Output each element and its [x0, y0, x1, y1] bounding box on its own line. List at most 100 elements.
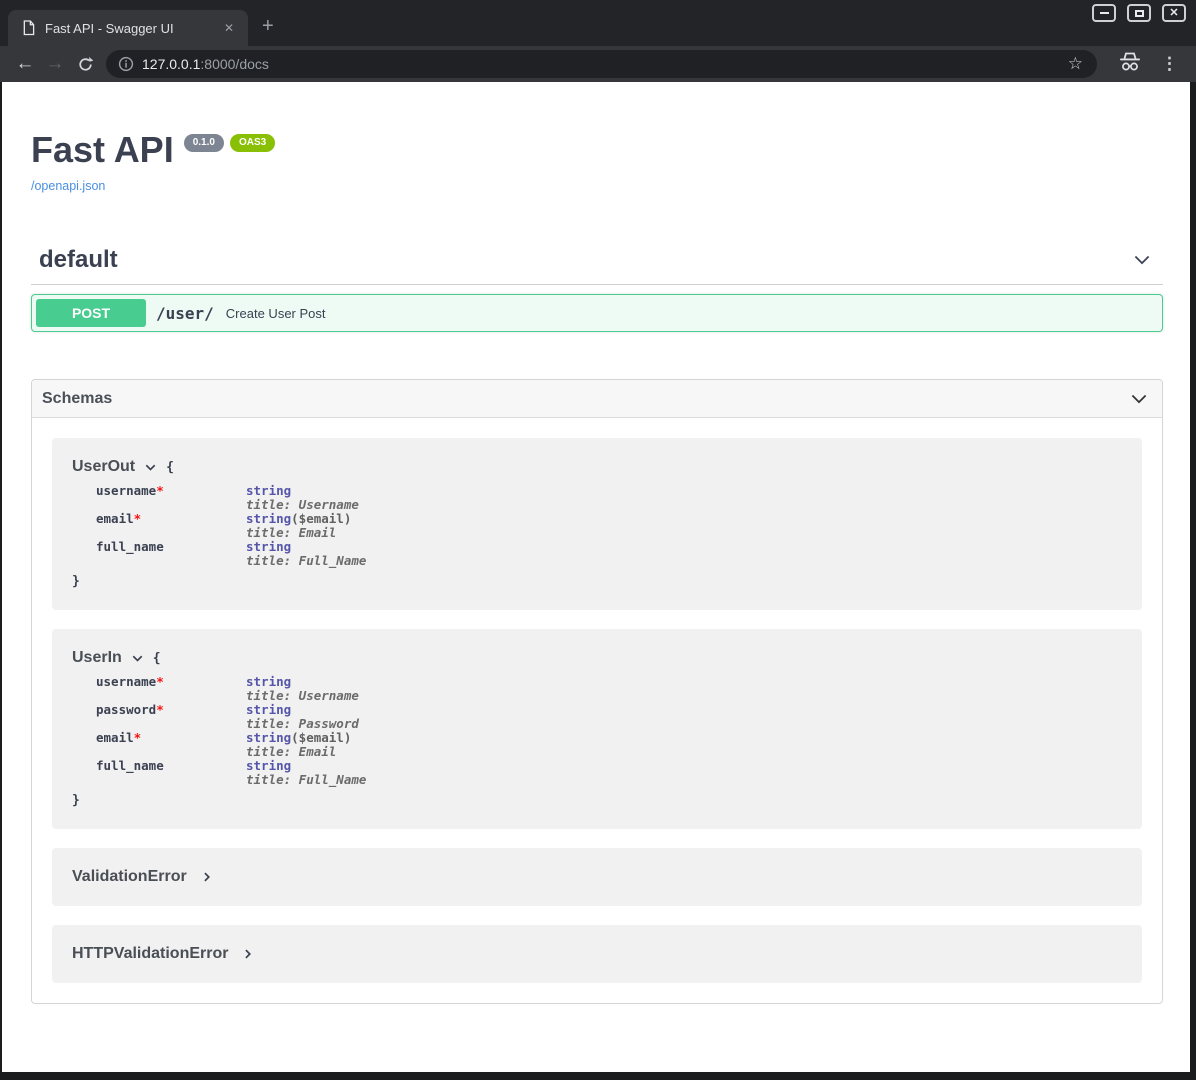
forward-button[interactable]: → [40, 50, 70, 78]
maximize-icon [1135, 10, 1144, 17]
api-title: Fast API [31, 130, 174, 170]
prop-title: title: Email [246, 744, 336, 759]
new-tab-button[interactable]: + [262, 16, 274, 36]
prop-full-name: full_name string title: Full_Name [96, 540, 1122, 568]
site-info-icon[interactable] [118, 56, 134, 72]
back-button[interactable]: ← [10, 50, 40, 78]
chevron-down-icon[interactable] [131, 652, 144, 665]
model-userout: UserOut { username* string title: Userna… [52, 438, 1142, 610]
prop-full-name: full_name string title: Full_Name [96, 759, 1122, 787]
close-brace: } [72, 574, 80, 589]
browser-tab[interactable]: Fast API - Swagger UI ✕ [8, 10, 248, 46]
prop-password: password* string title: Password [96, 703, 1122, 731]
model-title: UserIn [72, 649, 122, 667]
prop-title: title: Full_Name [246, 553, 366, 568]
chevron-down-icon[interactable] [1131, 249, 1153, 271]
close-brace: } [72, 793, 80, 808]
endpoint-summary: Create User Post [226, 306, 326, 321]
required-star: * [134, 511, 142, 526]
required-star: * [134, 730, 142, 745]
oas3-badge: OAS3 [230, 134, 275, 152]
tag-section-header[interactable]: default [31, 246, 1163, 285]
prop-type: string [246, 758, 291, 773]
minimize-icon [1100, 12, 1109, 14]
prop-name: full_name [96, 539, 164, 554]
address-bar[interactable]: 127.0.0.1:8000/docs ☆ [106, 50, 1097, 78]
prop-name: username [96, 674, 156, 689]
model-props: username* string title: Username email* … [96, 484, 1122, 568]
tab-close-icon[interactable]: ✕ [220, 19, 238, 37]
prop-name: email [96, 511, 134, 526]
prop-type: string [246, 483, 291, 498]
prop-email: email* string($email) title: Email [96, 512, 1122, 540]
bookmark-star-icon[interactable]: ☆ [1062, 54, 1089, 74]
endpoint-post-user[interactable]: POST /user/ Create User Post [31, 294, 1163, 332]
prop-email: email* string($email) title: Email [96, 731, 1122, 759]
open-brace: { [166, 460, 174, 475]
chevron-right-icon[interactable] [242, 948, 254, 960]
prop-format: ($email) [291, 730, 351, 745]
chevron-down-icon[interactable] [144, 461, 157, 474]
schemas-body: UserOut { username* string title: Userna… [32, 418, 1162, 1003]
model-validationerror-header[interactable]: ValidationError [72, 868, 1122, 886]
prop-format: ($email) [291, 511, 351, 526]
prop-type: string [246, 674, 291, 689]
model-userout-header[interactable]: UserOut { [72, 458, 1122, 476]
api-badges: 0.1.0 OAS3 [184, 134, 275, 152]
schemas-header[interactable]: Schemas [32, 380, 1162, 418]
openapi-spec-link[interactable]: /openapi.json [31, 179, 105, 193]
required-star: * [156, 483, 164, 498]
model-title: ValidationError [72, 868, 187, 886]
prop-type: string [246, 539, 291, 554]
prop-username: username* string title: Username [96, 484, 1122, 512]
model-httpvalidationerror-header[interactable]: HTTPValidationError [72, 945, 1122, 963]
prop-type: string [246, 730, 291, 745]
prop-title: title: Email [246, 525, 336, 540]
model-userin: UserIn { username* string title: Usernam… [52, 629, 1142, 829]
prop-title: title: Password [246, 716, 359, 731]
prop-name: email [96, 730, 134, 745]
minimize-button[interactable] [1092, 4, 1116, 22]
chevron-down-icon[interactable] [1128, 388, 1150, 410]
maximize-button[interactable] [1127, 4, 1151, 22]
swagger-page: Fast API 0.1.0 OAS3 /openapi.json defaul… [2, 82, 1190, 1072]
model-userin-header[interactable]: UserIn { [72, 649, 1122, 667]
prop-name: username [96, 483, 156, 498]
close-button[interactable]: ✕ [1162, 4, 1186, 22]
reload-icon [77, 56, 94, 73]
chevron-right-icon[interactable] [201, 871, 213, 883]
required-star: * [156, 702, 164, 717]
prop-title: title: Full_Name [246, 772, 366, 787]
close-icon: ✕ [1169, 8, 1178, 19]
schemas-section: Schemas UserOut { [31, 379, 1163, 1004]
tab-bar: Fast API - Swagger UI ✕ + ✕ [0, 0, 1196, 46]
model-httpvalidationerror: HTTPValidationError [52, 925, 1142, 983]
open-brace: { [153, 651, 161, 666]
url-host: 127.0.0.1 [142, 56, 200, 72]
browser-menu-icon[interactable]: ⋮ [1153, 54, 1186, 74]
prop-type: string [246, 511, 291, 526]
tag-section-title: default [39, 246, 118, 274]
prop-username: username* string title: Username [96, 675, 1122, 703]
model-props: username* string title: Username passwor… [96, 675, 1122, 787]
incognito-icon [1117, 52, 1143, 77]
reload-button[interactable] [70, 50, 100, 78]
endpoint-path: /user/ [156, 304, 214, 323]
url-path: :8000/docs [200, 56, 269, 72]
window-controls: ✕ [1092, 4, 1186, 22]
browser-toolbar: ← → 127.0.0.1:8000/docs ☆ ⋮ [0, 46, 1196, 82]
tab-title: Fast API - Swagger UI [45, 21, 174, 36]
prop-type: string [246, 702, 291, 717]
prop-name: full_name [96, 758, 164, 773]
model-validationerror: ValidationError [52, 848, 1142, 906]
page-favicon-icon [22, 20, 35, 36]
prop-name: password [96, 702, 156, 717]
required-star: * [156, 674, 164, 689]
url-text: 127.0.0.1:8000/docs [142, 56, 269, 72]
api-info: Fast API 0.1.0 OAS3 /openapi.json [31, 82, 1163, 195]
model-title: UserOut [72, 458, 135, 476]
version-badge: 0.1.0 [184, 134, 224, 152]
prop-title: title: Username [246, 688, 359, 703]
post-method-button[interactable]: POST [36, 299, 146, 327]
model-title: HTTPValidationError [72, 945, 228, 963]
